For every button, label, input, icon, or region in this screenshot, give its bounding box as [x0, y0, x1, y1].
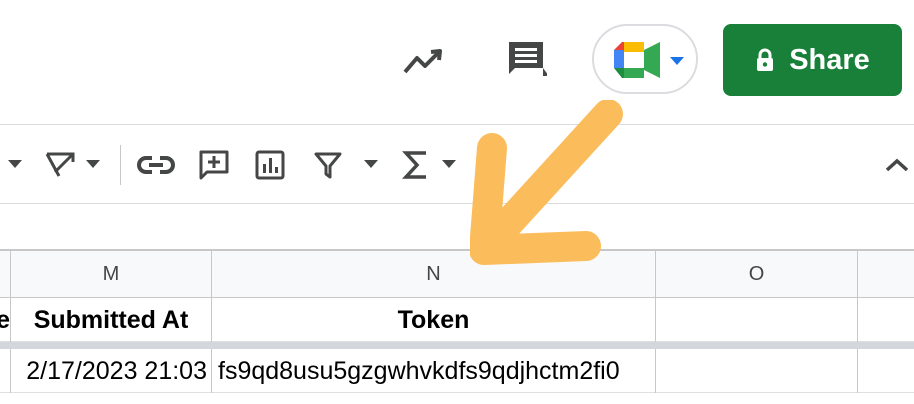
column-header-m[interactable]: M	[11, 251, 212, 298]
collapse-toolbar-icon[interactable]	[880, 150, 914, 180]
text-rotation-icon[interactable]	[40, 145, 80, 185]
submitted-at-header: Submitted At	[33, 305, 189, 334]
insert-comment-icon[interactable]	[194, 145, 234, 185]
dropdown-arrow-icon[interactable]	[442, 160, 456, 168]
column-header-next[interactable]	[858, 251, 914, 298]
dropdown-arrow-icon[interactable]	[8, 160, 22, 168]
cell-m-1[interactable]: 2/17/2023 21:03	[11, 349, 212, 393]
table-row: 2/17/2023 21:03 fs9qd8usu5gzgwhvkdfs9qdj…	[0, 349, 914, 393]
share-button[interactable]: Share	[723, 24, 902, 96]
cell-n-1[interactable]: fs9qd8usu5gzgwhvkdfs9qdjhctm2fi0	[212, 349, 656, 393]
comments-icon[interactable]	[500, 36, 552, 82]
cell-m-header[interactable]: Submitted At	[11, 298, 212, 342]
submitted-at-value: 2/17/2023 21:03	[26, 356, 207, 385]
freeze-divider[interactable]	[0, 342, 914, 349]
cell-o-1[interactable]	[656, 349, 858, 393]
column-header-row: M N O	[0, 251, 914, 298]
dropdown-arrow-icon	[670, 57, 684, 65]
table-row: e Submitted At Token	[0, 298, 914, 342]
insert-chart-icon[interactable]	[250, 145, 290, 185]
annotation-arrow-icon	[470, 100, 630, 270]
google-meet-icon	[614, 42, 660, 78]
dropdown-arrow-icon[interactable]	[364, 160, 378, 168]
column-header-o[interactable]: O	[656, 251, 858, 298]
token-value: fs9qd8usu5gzgwhvkdfs9qdjhctm2fi0	[218, 356, 620, 385]
cell-next-header[interactable]	[858, 298, 914, 342]
cell-n-header[interactable]: Token	[212, 298, 656, 342]
formula-bar[interactable]	[0, 204, 914, 251]
cell-next-1[interactable]	[858, 349, 914, 393]
explore-trend-icon[interactable]	[398, 40, 450, 82]
cell-partial[interactable]	[0, 349, 11, 393]
column-header-partial[interactable]	[0, 251, 11, 298]
link-icon[interactable]	[136, 145, 176, 185]
functions-icon[interactable]	[396, 145, 436, 185]
share-label: Share	[789, 43, 870, 76]
cell-o-header[interactable]	[656, 298, 858, 342]
token-header: Token	[397, 305, 470, 334]
filter-icon[interactable]	[308, 145, 348, 185]
meet-button[interactable]	[592, 24, 698, 94]
toolbar-separator	[120, 145, 121, 185]
lock-icon	[755, 48, 775, 72]
cell-partial[interactable]: e	[0, 298, 11, 342]
dropdown-arrow-icon[interactable]	[86, 160, 100, 168]
